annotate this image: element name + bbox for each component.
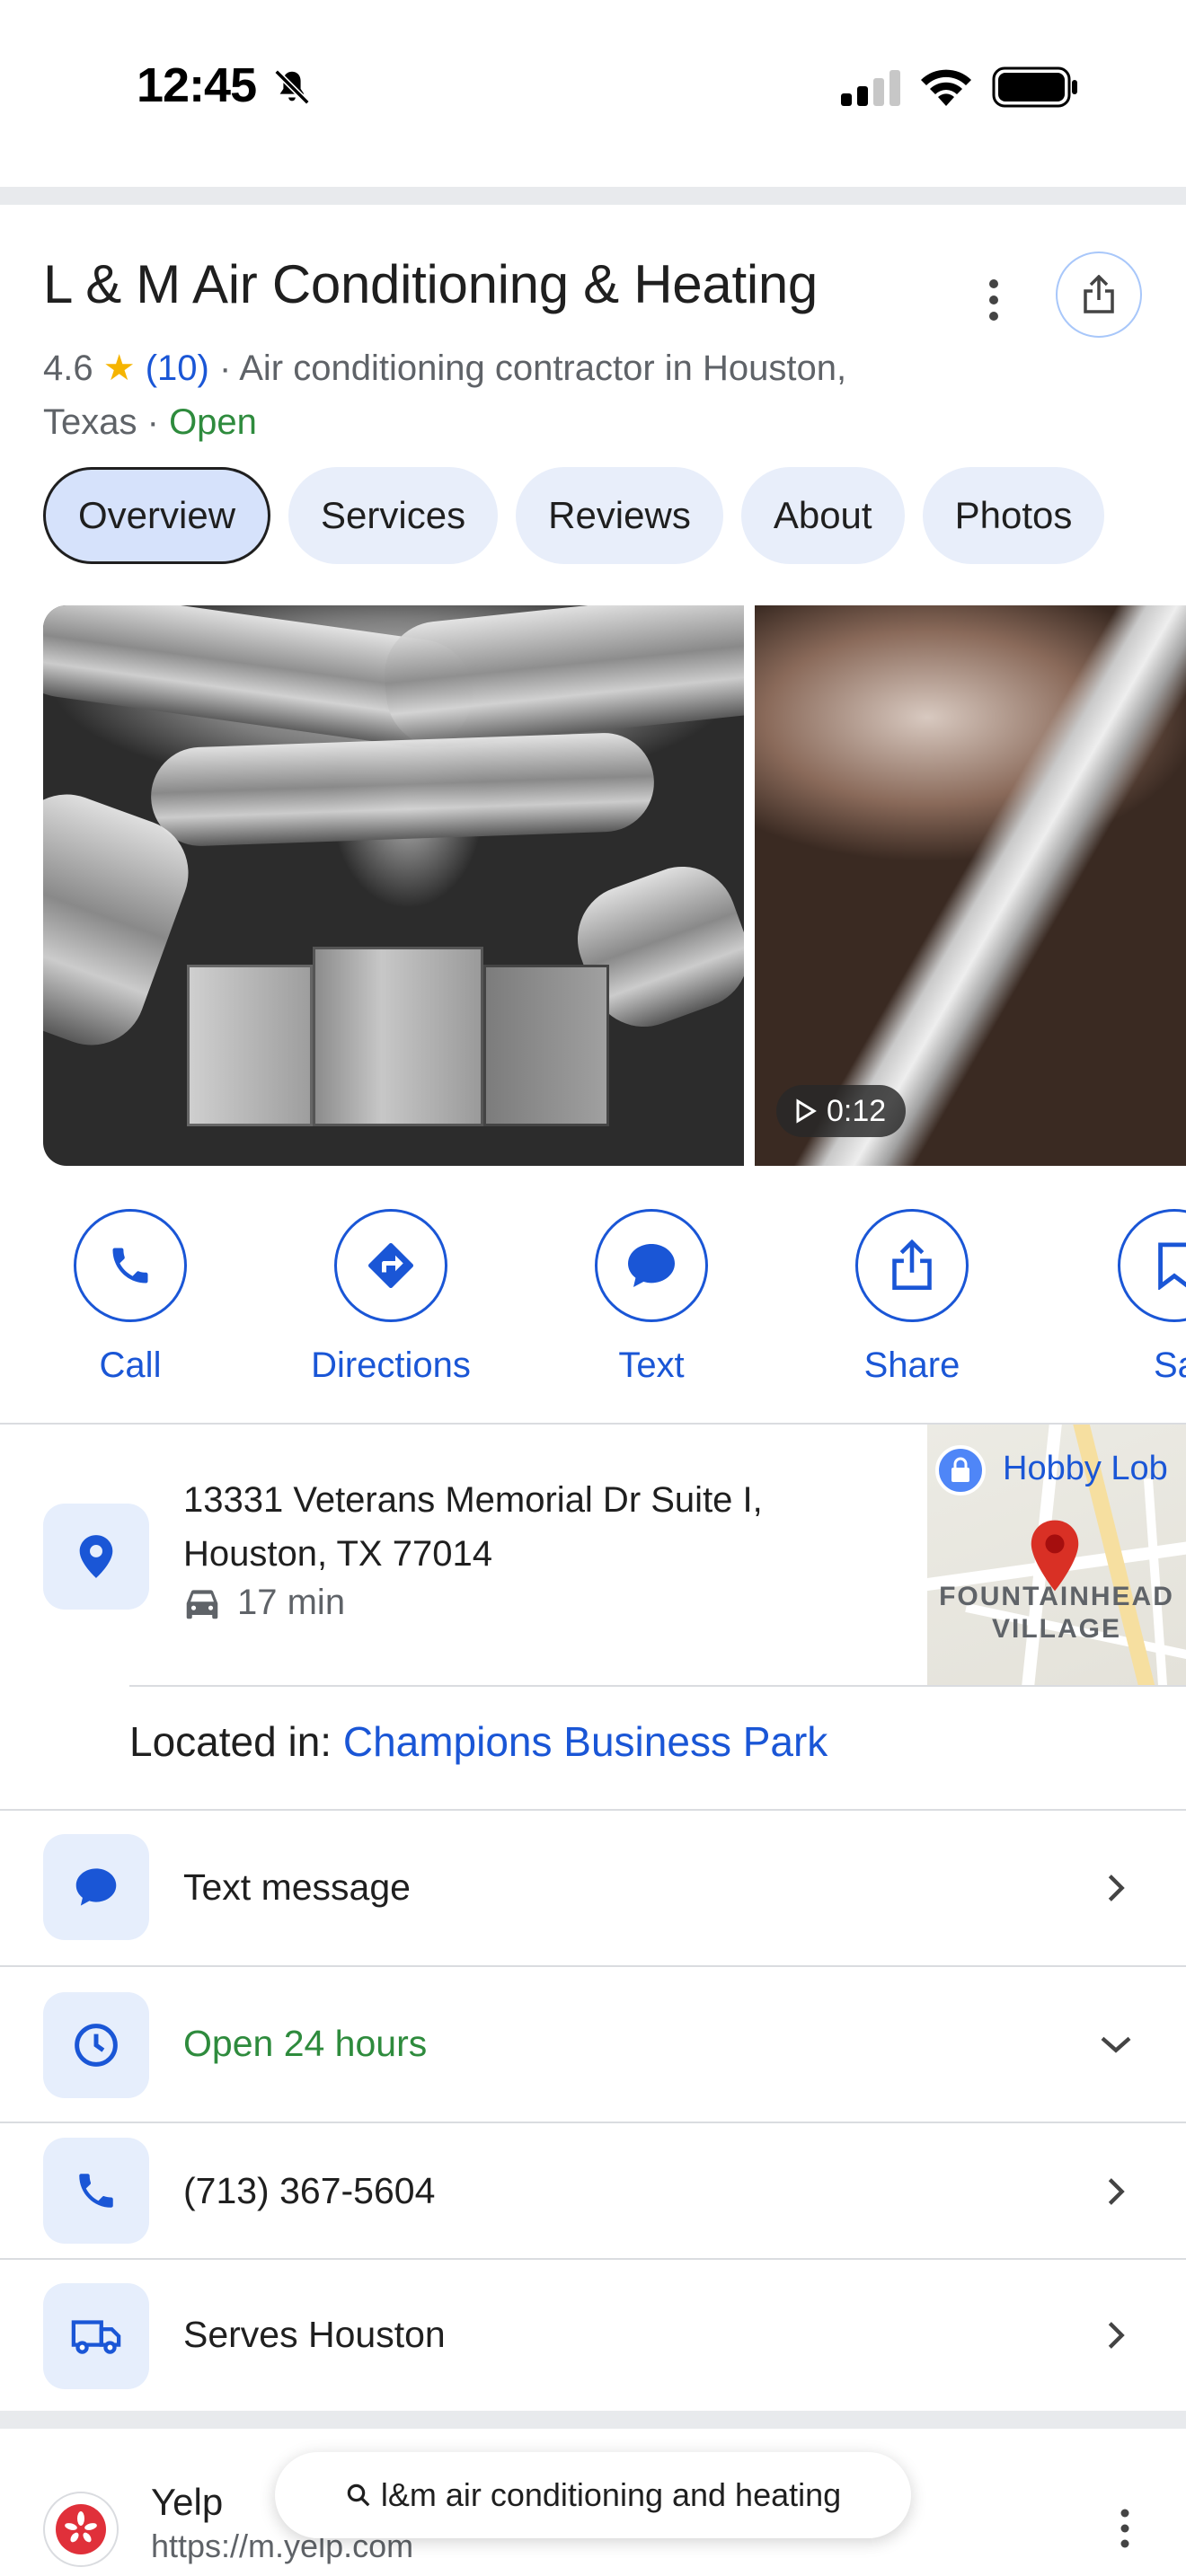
service-area-row[interactable]: Serves Houston xyxy=(0,2260,1186,2411)
bell-muted-icon xyxy=(274,69,310,105)
text-message-label: Text message xyxy=(183,1866,411,1908)
tab-services[interactable]: Services xyxy=(288,467,499,564)
drive-time: 17 min xyxy=(183,1583,345,1623)
divider xyxy=(129,1685,1186,1687)
clock-icon xyxy=(75,2024,118,2067)
share-label: Share xyxy=(863,1345,960,1385)
cellular-signal-icon xyxy=(841,70,900,106)
tab-overview[interactable]: Overview xyxy=(43,467,271,564)
located-in: Located in: Champions Business Park xyxy=(129,1717,828,1766)
open-status: Open xyxy=(169,402,257,442)
call-label: Call xyxy=(99,1345,162,1385)
yelp-logo xyxy=(43,2492,119,2567)
yelp-icon xyxy=(56,2504,106,2554)
battery-icon xyxy=(992,66,1077,108)
chat-bubble-icon xyxy=(628,1244,675,1287)
drive-time-value: 17 min xyxy=(237,1583,346,1622)
chevron-down-icon xyxy=(1101,2036,1131,2053)
directions-icon xyxy=(368,1243,413,1288)
video-duration: 0:12 xyxy=(827,1093,887,1128)
map-area-line-2: VILLAGE xyxy=(991,1614,1121,1644)
share-button-header[interactable] xyxy=(1056,251,1142,338)
more-options-icon[interactable] xyxy=(1109,2506,1141,2551)
business-summary: 4.6 ★ (10) · Air conditioning contractor… xyxy=(43,341,942,449)
bookmark-icon xyxy=(1158,1242,1186,1290)
address-text[interactable]: 13331 Veterans Memorial Dr Suite I, Hous… xyxy=(183,1473,763,1581)
truck-tile xyxy=(43,2283,149,2389)
map-thumbnail[interactable]: Hobby Lob FOUNTAINHEAD VILLAGE xyxy=(927,1425,1186,1685)
chat-bubble-icon xyxy=(75,1868,117,1906)
shopping-bag-pin-icon xyxy=(935,1445,986,1495)
map-poi-label: Hobby Lob xyxy=(1003,1450,1168,1487)
status-bar: 12:45 xyxy=(0,0,1186,180)
chevron-right-icon xyxy=(1108,1875,1125,1901)
separator-dot: · xyxy=(218,348,240,388)
tab-photos[interactable]: Photos xyxy=(922,467,1105,564)
result-site-name: Yelp xyxy=(151,2481,224,2523)
call-button[interactable]: Call xyxy=(27,1209,234,1386)
separator-dot: · xyxy=(146,402,170,442)
serves-label: Serves Houston xyxy=(183,2314,446,2355)
phone-row[interactable]: (713) 367-5604 xyxy=(0,2123,1186,2258)
address-line-2: Houston, TX 77014 xyxy=(183,1534,492,1574)
clock-tile xyxy=(43,1992,149,2098)
tab-bar: Overview Services Reviews About Photos xyxy=(43,467,1105,564)
delivery-truck-icon xyxy=(71,2320,121,2354)
chevron-right-icon xyxy=(1108,2322,1125,2349)
photo-hvac-attic[interactable] xyxy=(43,605,744,1166)
share-button[interactable]: Share xyxy=(809,1209,1015,1386)
share-icon xyxy=(892,1239,932,1290)
tab-reviews[interactable]: Reviews xyxy=(516,467,723,564)
map-area-line-1: FOUNTAINHEAD xyxy=(939,1582,1174,1611)
more-options-icon[interactable] xyxy=(976,275,1012,325)
wifi-icon xyxy=(921,69,971,106)
text-message-row[interactable]: Text message xyxy=(0,1811,1186,1965)
video-thumbnail[interactable]: 0:12 xyxy=(755,605,1186,1166)
business-name: L & M Air Conditioning & Heating xyxy=(43,254,818,314)
play-icon xyxy=(796,1098,817,1124)
text-button[interactable]: Text xyxy=(548,1209,755,1386)
search-icon xyxy=(347,2483,370,2507)
address-line-1: 13331 Veterans Memorial Dr Suite I, xyxy=(183,1480,763,1520)
location-tile xyxy=(43,1504,149,1610)
phone-number: (713) 367-5604 xyxy=(183,2170,436,2211)
save-label: Sav xyxy=(1154,1345,1186,1385)
video-duration-badge: 0:12 xyxy=(776,1085,907,1137)
location-pin-icon xyxy=(79,1535,113,1578)
directions-button[interactable]: Directions xyxy=(288,1209,494,1386)
tab-about[interactable]: About xyxy=(740,467,905,564)
search-query: l&m air conditioning and heating xyxy=(380,2476,842,2513)
phone-icon xyxy=(79,2174,113,2208)
phone-tile xyxy=(43,2138,149,2244)
chevron-right-icon xyxy=(1108,2178,1125,2205)
located-in-link[interactable]: Champions Business Park xyxy=(343,1718,828,1765)
phone-icon xyxy=(112,1248,148,1284)
text-label: Text xyxy=(618,1345,685,1385)
chat-tile xyxy=(43,1834,149,1940)
star-icon: ★ xyxy=(102,348,136,388)
hours-row[interactable]: Open 24 hours xyxy=(0,1967,1186,2122)
directions-label: Directions xyxy=(311,1345,471,1385)
section-divider xyxy=(0,2411,1186,2429)
rating-value: 4.6 xyxy=(43,348,93,388)
section-divider xyxy=(0,187,1186,205)
share-icon xyxy=(1084,275,1114,313)
clock: 12:45 xyxy=(137,58,257,112)
save-button[interactable]: Sav xyxy=(1069,1209,1186,1386)
search-bar[interactable]: l&m air conditioning and heating xyxy=(275,2452,911,2538)
review-count-link[interactable]: (10) xyxy=(146,348,209,388)
located-in-prefix: Located in: xyxy=(129,1718,332,1765)
hours-label: Open 24 hours xyxy=(183,2023,428,2064)
car-icon xyxy=(186,1589,218,1619)
map-area-label: FOUNTAINHEAD VILLAGE xyxy=(927,1581,1186,1645)
